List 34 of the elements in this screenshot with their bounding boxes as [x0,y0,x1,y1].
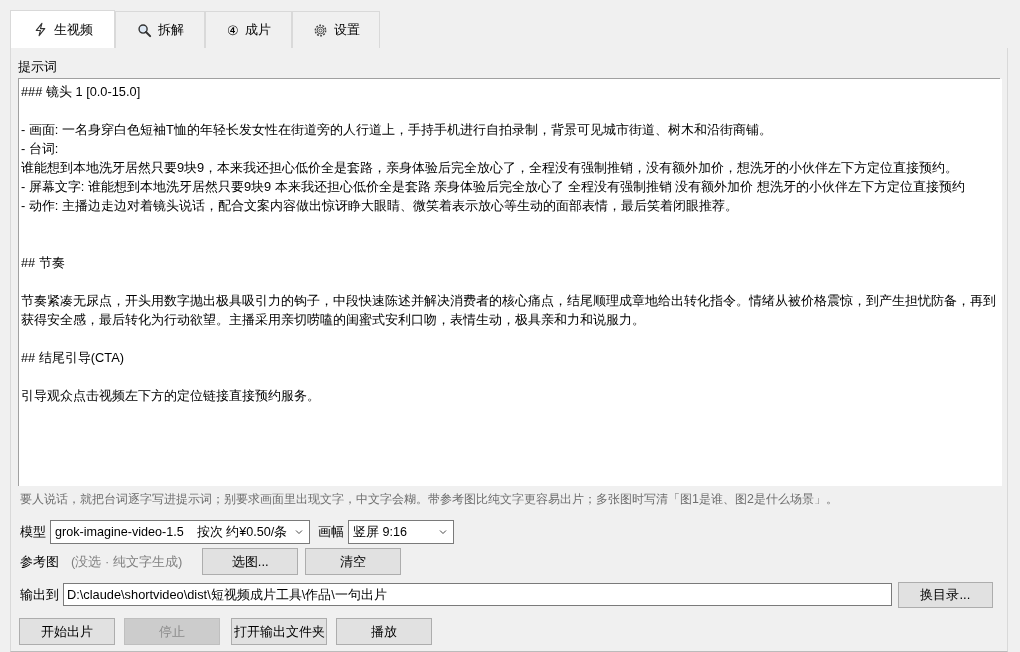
field-label: 画幅 [318,523,344,541]
tab[interactable]: 生视频 [10,10,115,48]
text-line: 引导观众点击视频左下方的定位链接直接预约服务。 [21,387,321,405]
button[interactable]: 换目录... [897,581,993,608]
field-label: 提示词 [18,58,57,76]
button[interactable]: 清空 [305,548,402,575]
status-text: (没选 · 纯文字生成) [71,552,183,571]
text-line: - 动作: 主播边走边对着镜头说话，配合文案内容做出惊讶睁大眼睛、微笑着表示放心等生动的面部表情，最后笑着闭眼推荐。 [21,197,739,215]
dropdown[interactable]: 竖屏 9:16 [348,520,454,544]
text-line: ## 结尾引导(CTA) [21,349,125,367]
field-label: 模型 [20,523,46,541]
field-label: 参考图 [20,552,59,571]
text-line: - 台词: [21,140,60,158]
button[interactable]: 开始出片 [19,618,115,645]
button[interactable]: 播放 [336,618,432,645]
text-line: - 屏幕文字: 谁能想到本地洗牙居然只要9块9 本来我还担心低价全是套路 亲身体验后完全放心了 全程没有强制推销 没有额外加价 想洗牙的小伙伴左下方定位直接预约 [21,178,966,196]
tab[interactable]: ④ 成片 [205,11,292,48]
circled-number-icon: ④ [226,22,239,38]
prompt-field[interactable] [18,79,1002,486]
text-line: ## 节奏 [21,254,66,272]
search-icon [136,22,152,38]
text-line: 谁能想到本地洗牙居然只要9块9，本来我还担心低价全是套路，亲身体验后完全放心了，全程没有强制推销，没有额外加价，想洗牙的小伙伴左下方定位直接预约。 [21,159,960,177]
field-label: 输出到 [20,585,59,604]
button[interactable]: 选图... [202,548,299,575]
dropdown[interactable]: grok-imagine-video-1.5 按次 约¥0.50/条 [50,520,310,544]
tab[interactable]: 拆解 [115,11,205,48]
text-line: 节奏紧凑无尿点，开头用数字抛出极具吸引力的钩子，中段快速陈述并解决消费者的核心痛点，结尾顺理成章地给出转化指令。情绪从被价格震惊，到产生担忧防备，再到获得安全感，最后转化为行动欲望。主播采用亲切唠嗑的闺蜜式安利口吻，表情生动，极具亲和力和说服力。 [21,292,997,329]
button[interactable]: 打开输出文件夹 [231,618,327,645]
text-line: - 画面: 一名身穿白色短袖T恤的年轻长发女性在街道旁的人行道上，手持手机进行自拍录制，背景可见城市街道、树木和沿街商铺。 [21,121,773,139]
path-field[interactable]: D:\claude\shortvideo\dist\短视频成片工具\作品\一句出片 [63,583,892,606]
tab[interactable]: 设置 [292,11,380,48]
settings-icon [312,22,328,38]
hint-text: 要人说话，就把台词逐字写进提示词；别要求画面里出现文字，中文字会糊。带参考图比纯文字更容易出片；多张图时写清「图1是谁、图2是什么场景」。 [20,491,839,508]
text-line: ### 镜头 1 [0.0-15.0] [21,83,142,101]
